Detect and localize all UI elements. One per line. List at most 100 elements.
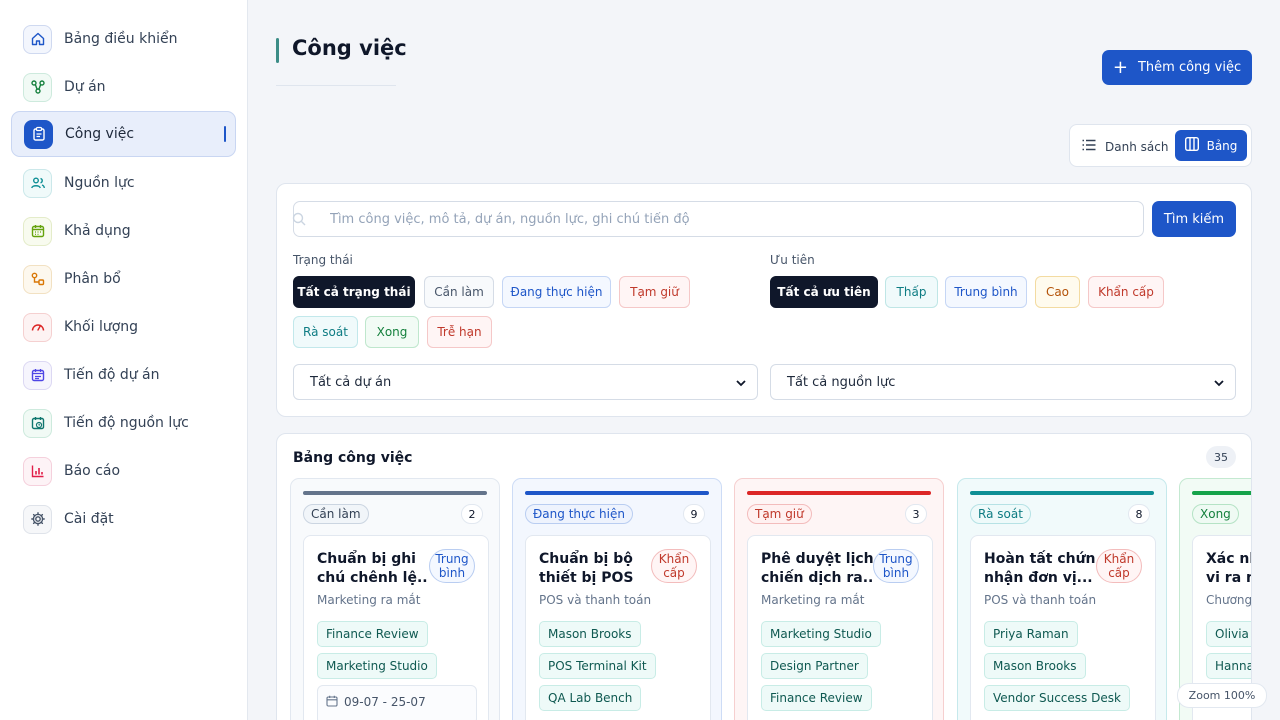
resource-select[interactable]: Tất cả nguồn lực — [770, 364, 1236, 400]
resource-select-value: Tất cả nguồn lực — [787, 374, 896, 390]
view-board-label: Bảng — [1206, 138, 1238, 153]
status-chip-all[interactable]: Tất cả trạng thái — [293, 276, 415, 308]
page-title: Công việc — [292, 36, 407, 60]
board-total-count: 35 — [1206, 446, 1236, 468]
board-columns-icon — [1184, 136, 1199, 154]
task-project: Chương — [1206, 593, 1252, 607]
project-network-icon — [23, 72, 52, 102]
status-chip-overdue[interactable]: Trễ hạn — [427, 316, 492, 348]
priority-chip-high[interactable]: Cao — [1035, 276, 1080, 308]
sidebar-item-label: Công việc — [65, 126, 135, 142]
list-icon — [1082, 139, 1096, 154]
resource-tag: Hannal — [1206, 653, 1251, 679]
sidebar-item-availability[interactable]: Khả dụng — [11, 208, 236, 254]
priority-chip-low[interactable]: Thấp — [885, 276, 938, 308]
status-chip-on-hold[interactable]: Tạm giữ — [619, 276, 690, 308]
status-chip-done[interactable]: Xong — [365, 316, 419, 348]
board-title: Bảng công việc — [293, 450, 413, 466]
sidebar-item-projects[interactable]: Dự án — [11, 64, 236, 110]
resource-tag: Design Partner — [761, 653, 868, 679]
column-color-bar — [747, 491, 931, 495]
task-project: POS và thanh toán — [539, 593, 652, 607]
page-header: Công việc — [276, 36, 407, 86]
priority-badge: Khẩn cấp — [1096, 549, 1142, 583]
priority-badge: Trung bình — [873, 549, 919, 583]
sidebar-item-label: Nguồn lực — [64, 175, 135, 191]
calendar-clock-icon — [23, 408, 52, 438]
bar-chart-icon — [23, 456, 52, 486]
view-board-button[interactable]: Bảng — [1175, 130, 1247, 161]
priority-chip-all[interactable]: Tất cả ưu tiên — [770, 276, 878, 308]
active-indicator — [224, 126, 226, 142]
task-project: Marketing ra mắt — [317, 593, 421, 607]
sidebar-item-label: Báo cáo — [64, 463, 121, 479]
sidebar-item-settings[interactable]: Cài đặt — [11, 496, 236, 542]
task-card[interactable]: Chuẩn bị ghi chú chênh lệ... Trung bình … — [303, 535, 489, 720]
task-card[interactable]: Chuẩn bị bộ thiết bị POS Khẩn cấp POS và… — [525, 535, 711, 720]
task-title: Chuẩn bị ghi chú chênh lệ... — [317, 551, 429, 586]
clipboard-icon — [24, 119, 53, 149]
column-count: 2 — [461, 504, 483, 524]
resource-tag: Marketing Studio — [761, 621, 881, 647]
sidebar-item-reports[interactable]: Báo cáo — [11, 448, 236, 494]
chevron-down-icon — [735, 377, 747, 389]
task-card[interactable]: Phê duyệt lịch chiến dịch ra... Trung bì… — [747, 535, 933, 720]
sidebar-item-dashboard[interactable]: Bảng điều khiển — [11, 16, 236, 62]
column-status-badge: Xong — [1192, 504, 1239, 524]
sidebar-item-label: Cài đặt — [64, 511, 114, 527]
view-toggle: Danh sách Bảng — [1069, 124, 1252, 167]
column-status-badge: Cần làm — [303, 504, 369, 524]
sidebar-item-label: Phân bổ — [64, 271, 121, 287]
gear-icon — [23, 504, 52, 534]
add-task-button[interactable]: + Thêm công việc — [1102, 50, 1252, 85]
status-chip-todo[interactable]: Cần làm — [424, 276, 494, 308]
task-title: Phê duyệt lịch chiến dịch ra... — [761, 551, 873, 586]
sidebar-item-label: Tiến độ nguồn lực — [64, 415, 189, 431]
status-chip-in-progress[interactable]: Đang thực hiện — [502, 276, 611, 308]
resource-tag: Olivia C — [1206, 621, 1251, 647]
priority-badge: Khẩn cấp — [651, 549, 697, 583]
resource-tag: Priya Raman — [984, 621, 1078, 647]
sidebar-item-workload[interactable]: Khối lượng — [11, 304, 236, 350]
sidebar-item-tasks[interactable]: Công việc — [11, 111, 236, 157]
priority-chip-urgent[interactable]: Khẩn cấp — [1088, 276, 1164, 308]
resource-tag: Mason Brooks — [984, 653, 1086, 679]
task-title: Hoàn tất chứng nhận đơn vị... — [984, 551, 1096, 586]
priority-badge: Trung bình — [429, 549, 475, 583]
board-column-in-progress: Đang thực hiện 9 Chuẩn bị bộ thiết bị PO… — [512, 478, 722, 720]
column-status-badge: Rà soát — [970, 504, 1031, 524]
task-card[interactable]: Hoàn tất chứng nhận đơn vị... Khẩn cấp P… — [970, 535, 1156, 720]
calendar-progress-icon — [23, 360, 52, 390]
sidebar-item-resource-progress[interactable]: Tiến độ nguồn lực — [11, 400, 236, 446]
search-button[interactable]: Tìm kiếm — [1152, 201, 1236, 237]
task-dates: 09-07 - 25-07 — [344, 695, 426, 709]
task-title: Xác nh vi ra m — [1206, 551, 1251, 586]
title-accent-bar — [276, 38, 279, 63]
priority-chip-medium[interactable]: Trung bình — [945, 276, 1027, 308]
view-list-button[interactable]: Danh sách — [1082, 133, 1168, 160]
sidebar-item-project-progress[interactable]: Tiến độ dự án — [11, 352, 236, 398]
home-icon — [23, 24, 52, 54]
status-filter-label: Trạng thái — [293, 253, 353, 267]
search-input[interactable] — [293, 201, 1144, 237]
zoom-indicator: Zoom 100% — [1177, 683, 1267, 708]
resource-tag: QA Lab Bench — [539, 685, 642, 711]
sidebar-item-label: Khối lượng — [64, 319, 139, 335]
column-status-badge: Tạm giữ — [747, 504, 812, 524]
priority-filter-label: Ưu tiên — [770, 253, 815, 267]
status-chip-review[interactable]: Rà soát — [293, 316, 358, 348]
people-icon — [23, 168, 52, 198]
task-title: Chuẩn bị bộ thiết bị POS — [539, 551, 634, 586]
resource-tag: Finance Review — [317, 621, 428, 647]
sidebar: Bảng điều khiển Dự án Công việc Nguồn lự… — [0, 0, 248, 720]
sidebar-item-resources[interactable]: Nguồn lực — [11, 160, 236, 206]
column-count: 3 — [905, 504, 927, 524]
filters-panel: Tìm kiếm Trạng thái Tất cả trạng thái Cầ… — [276, 183, 1252, 417]
sidebar-item-label: Tiến độ dự án — [64, 367, 160, 383]
resource-tag: Vendor Success Desk — [984, 685, 1130, 711]
view-list-label: Danh sách — [1105, 139, 1169, 154]
resource-tag: POS Terminal Kit — [539, 653, 656, 679]
sidebar-item-allocation[interactable]: Phân bổ — [11, 256, 236, 302]
sidebar-item-label: Bảng điều khiển — [64, 31, 178, 47]
project-select[interactable]: Tất cả dự án — [293, 364, 758, 400]
